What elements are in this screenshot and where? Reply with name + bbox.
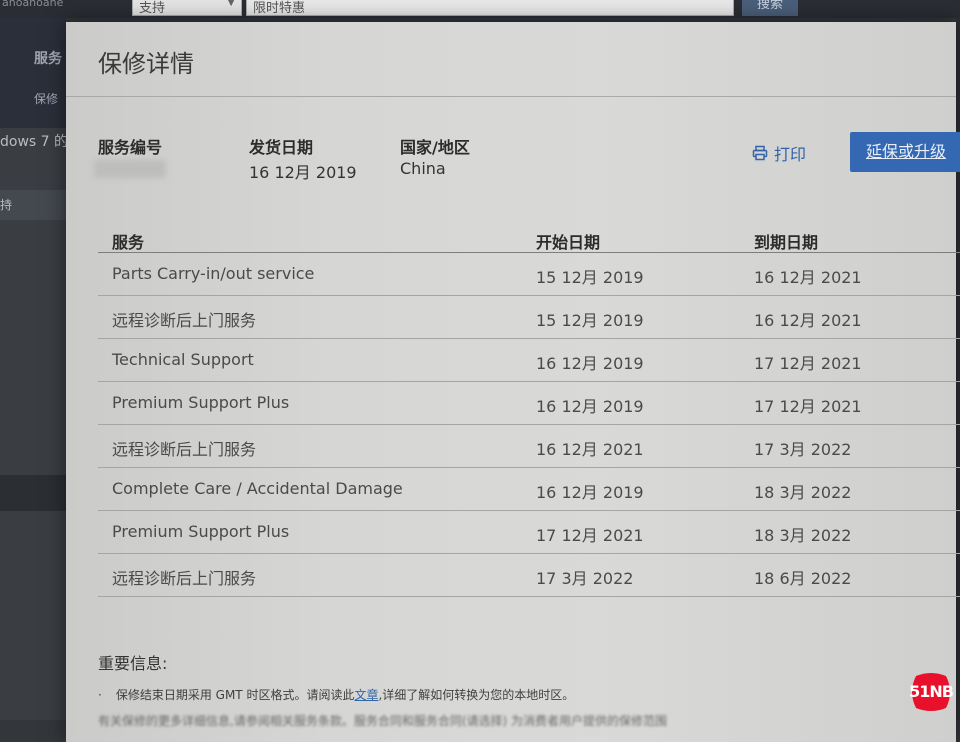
table-row: Premium Support Plus 17 12月 2021 18 3月 2… (98, 511, 960, 554)
warranty-details-modal: 保修详情 服务编号 发货日期 16 12月 2019 国家/地区 China 打… (66, 22, 960, 742)
row-start-date: 16 12月 2019 (536, 397, 644, 416)
row-start-date: 15 12月 2019 (536, 311, 644, 330)
table-row: Premium Support Plus 16 12月 2019 17 12月 … (98, 382, 960, 425)
row-start-date: 16 12月 2019 (536, 483, 644, 502)
table-row: Complete Care / Accidental Damage 16 12月… (98, 468, 960, 511)
header-service: 服务 (112, 233, 145, 252)
printer-icon (752, 145, 768, 161)
watermark-text: 51NB (909, 682, 954, 701)
background-nav-warranty[interactable]: 保修 (34, 90, 58, 107)
extend-or-upgrade-button[interactable]: 延保或升级 (850, 132, 960, 172)
bullet-text-before: 保修结束日期采用 GMT 时区格式。请阅读此 (115, 688, 355, 702)
background-os-text: dows 7 的 (0, 134, 69, 150)
row-start-date: 16 12月 2021 (536, 440, 644, 459)
chevron-down-icon: ▼ (227, 0, 235, 8)
background-support-item[interactable]: 持 (0, 190, 66, 220)
row-end-date: 18 3月 2022 (754, 526, 852, 545)
table-header: 服务 开始日期 到期日期 (98, 222, 960, 253)
row-service: 远程诊断后上门服务 (112, 311, 257, 330)
article-link[interactable]: 文章 (354, 688, 378, 702)
background-category-select[interactable]: 支持 ▼ (132, 0, 242, 16)
row-service: Premium Support Plus (112, 393, 290, 412)
table-row: 远程诊断后上门服务 17 3月 2022 18 6月 2022 (98, 554, 960, 597)
country-label: 国家/地区 (400, 138, 470, 157)
row-end-date: 17 12月 2021 (754, 354, 862, 373)
row-end-date: 16 12月 2021 (754, 268, 862, 287)
background-nav (0, 18, 66, 128)
important-info-bullet-blurred: 有关保修的更多详细信息,请参阅相关服务条款。服务合同和服务合同(请选择) 为消费… (98, 714, 667, 728)
row-end-date: 18 6月 2022 (754, 569, 852, 588)
row-service: Complete Care / Accidental Damage (112, 479, 403, 498)
modal-title: 保修详情 (98, 50, 194, 78)
row-end-date: 17 12月 2021 (754, 397, 862, 416)
row-start-date: 17 12月 2021 (536, 526, 644, 545)
row-service: Parts Carry-in/out service (112, 264, 315, 283)
service-tag-value-redacted (94, 160, 166, 178)
country-value: China (400, 159, 446, 178)
row-start-date: 17 3月 2022 (536, 569, 634, 588)
row-start-date: 15 12月 2019 (536, 268, 644, 287)
bullet-text-after: ,详细了解如何转换为您的本地时区。 (378, 688, 575, 702)
print-link[interactable]: 打印 (752, 141, 806, 165)
background-logo: anoanoane (2, 0, 64, 9)
ship-date-label: 发货日期 (249, 138, 314, 157)
row-service: 远程诊断后上门服务 (112, 440, 257, 459)
table-row: 远程诊断后上门服务 16 12月 2021 17 3月 2022 (98, 425, 960, 468)
important-info-title: 重要信息: (98, 654, 168, 673)
background-search-button[interactable]: 搜索 (742, 0, 798, 16)
row-end-date: 17 3月 2022 (754, 440, 852, 459)
table-row: 远程诊断后上门服务 15 12月 2019 16 12月 2021 (98, 296, 960, 339)
service-tag-label: 服务编号 (98, 138, 163, 157)
row-end-date: 16 12月 2021 (754, 311, 862, 330)
header-end-date: 到期日期 (754, 233, 819, 252)
print-label: 打印 (774, 145, 807, 164)
watermark-logo: 51NB (908, 672, 954, 712)
row-service: Premium Support Plus (112, 522, 290, 541)
row-end-date: 18 3月 2022 (754, 483, 852, 502)
background-nav-service[interactable]: 服务 (34, 48, 62, 68)
row-start-date: 16 12月 2019 (536, 354, 644, 373)
table-row: Parts Carry-in/out service 15 12月 2019 1… (98, 253, 960, 296)
bullet-dot: · (98, 688, 102, 702)
header-start-date: 开始日期 (536, 233, 601, 252)
background-strip (0, 475, 66, 511)
background-search-placeholder: 限时特惠 (253, 1, 306, 16)
ship-date-value: 16 12月 2019 (249, 163, 357, 182)
background-select-value: 支持 (139, 1, 166, 16)
warranty-services-table: 服务 开始日期 到期日期 Parts Carry-in/out service … (98, 222, 960, 597)
row-service: Technical Support (112, 350, 254, 369)
modal-divider (66, 96, 956, 97)
row-service: 远程诊断后上门服务 (112, 569, 257, 588)
background-search-input[interactable]: 限时特惠 (246, 0, 734, 16)
important-info-bullet: · 保修结束日期采用 GMT 时区格式。请阅读此文章,详细了解如何转换为您的本地… (98, 686, 574, 703)
table-row: Technical Support 16 12月 2019 17 12月 202… (98, 339, 960, 382)
